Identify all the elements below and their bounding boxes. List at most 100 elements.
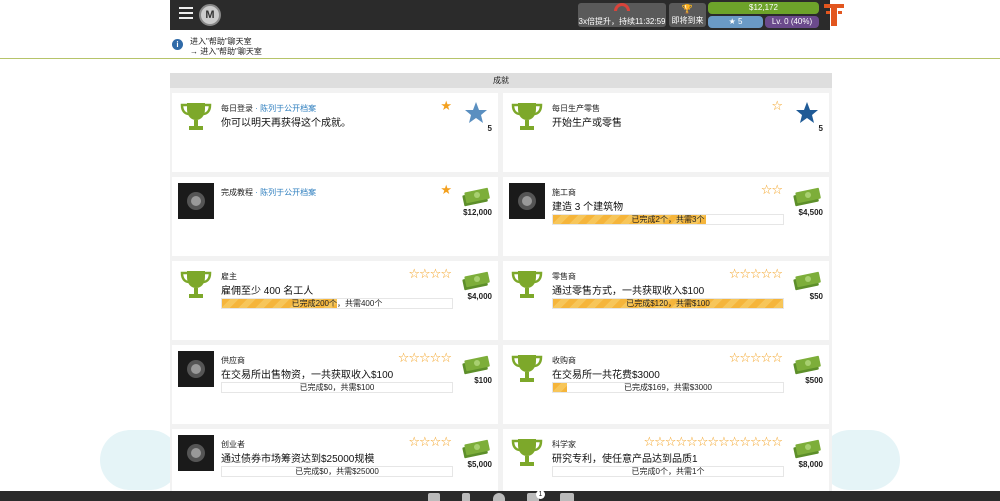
cash-reward-icon — [792, 353, 822, 375]
achievement-stars: ★ — [440, 182, 452, 197]
achievement-card[interactable]: 施工商 建造 3 个建筑物 ☆☆ $4,500 已完成2个，共需3个 — [503, 177, 829, 256]
boost-button[interactable]: 3x倍提升，持续11:32:59 — [578, 3, 666, 27]
progress-text: 已完成$0，共需$100 — [299, 383, 375, 392]
achievement-card[interactable]: 每日登录 · 陈列于公开档案你可以明天再获得这个成就。 ★ 5 — [172, 93, 498, 172]
boost-text: 3x倍提升，持续11:32:59 — [578, 17, 666, 26]
progress-text: 已完成$120，共需$100 — [626, 299, 710, 308]
public-profile-link[interactable]: · 陈列于公开档案 — [253, 104, 316, 113]
achievement-name: 收购商 — [552, 356, 576, 365]
achievement-name: 每日生产零售 — [552, 104, 600, 113]
reward-value: $12,000 — [463, 208, 492, 217]
achievement-name: 雇主 — [221, 272, 237, 281]
achievement-title: 收购商 — [552, 355, 576, 366]
achievement-stars: ☆☆☆☆☆ — [397, 350, 452, 365]
achievement-image — [178, 435, 214, 471]
achievement-name: 完成教程 — [221, 188, 253, 197]
trophy-icon — [178, 99, 214, 135]
star-reward-icon — [795, 101, 819, 125]
achievement-description: 通过债券市场筹资达到$25000规模 — [221, 454, 375, 465]
cash-reward-icon — [461, 269, 491, 291]
star-reward-icon — [464, 101, 488, 125]
achievement-stars: ☆☆☆☆☆ — [728, 350, 783, 365]
background-cloud — [100, 430, 180, 490]
achievement-description: 建造 3 个建筑物 — [552, 202, 624, 213]
achievement-card[interactable]: 收购商 在交易所一共花费$3000 ☆☆☆☆☆ $500 已完成$169，共需$3000 — [503, 345, 829, 424]
chat-count-badge: 1 — [536, 490, 545, 499]
achievement-title: 零售商 — [552, 271, 576, 282]
achievement-card[interactable]: 雇主 雇佣至少 400 名工人 ☆☆☆☆ $4,000 已完成200个，共需400个 — [172, 261, 498, 340]
cash-reward-icon — [461, 353, 491, 375]
coming-soon-label: 即将到来 — [671, 16, 704, 25]
trophy-icon — [509, 435, 545, 471]
progress-text: 已完成2个，共需3个 — [631, 215, 705, 224]
section-title: 成就 — [170, 73, 832, 88]
achievement-stars: ☆☆ — [760, 182, 783, 197]
achievement-image — [509, 183, 545, 219]
progress-text: 已完成$169，共需$3000 — [623, 383, 713, 392]
achievement-title: 雇主 — [221, 271, 237, 282]
progress-text: 已完成200个，共需400个 — [291, 299, 383, 308]
achievement-title: 每日登录 · 陈列于公开档案 — [221, 103, 316, 114]
company-logo[interactable]: M — [199, 4, 221, 26]
achievement-image — [178, 183, 214, 219]
brand-icon[interactable] — [824, 4, 844, 26]
map-icon[interactable] — [428, 493, 440, 501]
achievement-stars: ☆☆☆☆ — [408, 266, 452, 281]
cash-reward-icon — [792, 269, 822, 291]
achievement-description: 雇佣至少 400 名工人 — [221, 286, 314, 297]
background-cloud — [820, 430, 900, 490]
achievement-name: 零售商 — [552, 272, 576, 281]
progress-text: 已完成$0，共需$25000 — [295, 467, 379, 476]
menu-icon[interactable] — [179, 7, 193, 21]
reward-value: 5 — [818, 124, 823, 133]
cash-reward-icon — [792, 185, 822, 207]
level-indicator[interactable]: Lv. 0 (40%) — [765, 16, 819, 28]
achievement-progress-bar: 已完成200个，共需400个 — [221, 298, 453, 309]
achievement-title: 供应商 — [221, 355, 245, 366]
achievement-description: 你可以明天再获得这个成就。 — [221, 118, 351, 129]
notice-line-2[interactable]: → 进入"帮助"聊天室 — [190, 46, 262, 57]
public-profile-link[interactable]: · 陈列于公开档案 — [253, 188, 316, 197]
speed-gauge-icon — [614, 3, 630, 11]
cash-reward-icon — [461, 185, 491, 207]
achievement-card[interactable]: 完成教程 · 陈列于公开档案 ★ $12,000 — [172, 177, 498, 256]
trophy-icon — [509, 267, 545, 303]
save-icon[interactable] — [462, 493, 470, 501]
achievement-name: 每日登录 — [221, 104, 253, 113]
achievement-stars: ☆ — [771, 98, 783, 113]
achievement-name: 施工商 — [552, 188, 576, 197]
achievement-title: 完成教程 · 陈列于公开档案 — [221, 187, 316, 198]
trophy-icon: 🏆 — [681, 4, 694, 14]
achievement-progress-bar: 已完成$120，共需$100 — [552, 298, 784, 309]
cash-reward-icon — [792, 437, 822, 459]
notification-bar — [0, 30, 1000, 59]
achievement-description: 在交易所一共花费$3000 — [552, 370, 660, 381]
achievement-description: 研究专利，使任意产品达到品质1 — [552, 454, 698, 465]
achievement-card[interactable]: 每日生产零售开始生产或零售 ☆ 5 — [503, 93, 829, 172]
achievement-progress-bar: 已完成$0，共需$100 — [221, 382, 453, 393]
achievement-name: 供应商 — [221, 356, 245, 365]
search-icon[interactable] — [493, 493, 505, 501]
achievement-image — [178, 351, 214, 387]
trophy-icon — [509, 99, 545, 135]
achievement-card[interactable]: 供应商 在交易所出售物资，一共获取收入$100 ☆☆☆☆☆ $100 已完成$0，共需$… — [172, 345, 498, 424]
coming-soon-button[interactable]: 🏆 即将到来 — [669, 3, 706, 27]
arrow-icon[interactable] — [560, 493, 574, 501]
achievement-progress-bar: 已完成$169，共需$3000 — [552, 382, 784, 393]
cash-reward-icon — [461, 437, 491, 459]
achievement-card[interactable]: 零售商 通过零售方式，一共获取收入$100 ☆☆☆☆☆ $50 已完成$120，共需$1… — [503, 261, 829, 340]
achievement-description: 通过零售方式，一共获取收入$100 — [552, 286, 705, 297]
achievement-progress-bar: 已完成2个，共需3个 — [552, 214, 784, 225]
achievement-stars: ☆☆☆☆ — [408, 434, 452, 449]
achievement-description: 开始生产或零售 — [552, 118, 622, 129]
achievement-stars: ☆☆☆☆☆☆☆☆☆☆☆☆☆ — [643, 434, 783, 449]
stars-balance[interactable]: ★ 5 — [708, 16, 763, 28]
info-icon: i — [172, 39, 183, 50]
achievement-progress-bar: 已完成$0，共需$25000 — [221, 466, 453, 477]
achievement-name: 科学家 — [552, 440, 576, 449]
reward-value: 5 — [487, 124, 492, 133]
trophy-icon — [509, 351, 545, 387]
achievement-stars: ☆☆☆☆☆ — [728, 266, 783, 281]
achievement-stars: ★ — [440, 98, 452, 113]
cash-balance[interactable]: $12,172 — [708, 2, 819, 14]
